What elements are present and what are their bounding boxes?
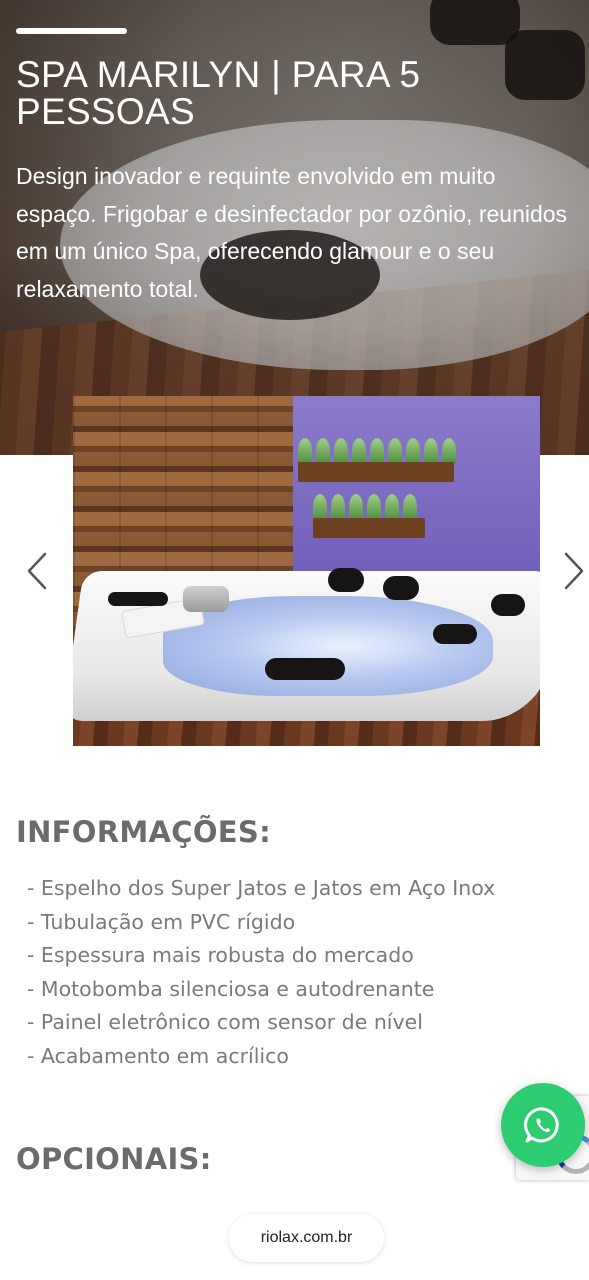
photo-headrest [108,592,168,606]
chevron-left-icon [27,552,47,590]
optional-heading: OPCIONAIS: [16,1142,212,1176]
info-heading: INFORMAÇÕES: [16,815,271,849]
whatsapp-icon [524,1107,559,1143]
photo-headrest [265,658,345,680]
list-item: - Painel eletrônico com sensor de nível [27,1010,423,1034]
photo-headrest [433,624,477,644]
info-list: - Espelho dos Super Jatos e Jatos em Aço… [27,872,495,1073]
browser-address-bar[interactable]: riolax.com.br [229,1214,384,1262]
photo-headrest [491,594,525,616]
hero-banner: SPA MARILYN | PARA 5 PESSOAS Design inov… [0,0,589,455]
list-item: - Tubulação em PVC rígido [27,909,296,934]
list-item: - Acabamento em acrílico [27,1043,289,1068]
hero-accent-bar [16,28,127,34]
photo-shelf [298,462,454,482]
carousel-next-button[interactable] [561,551,587,591]
photo-shelf [313,518,425,538]
product-photo[interactable] [73,396,540,746]
list-item: - Espelho dos Super Jatos e Jatos em Aço… [27,876,496,900]
list-item: - Espessura mais robusta do mercado [27,943,414,967]
photo-waterfall-spout [183,586,229,612]
chevron-right-icon [564,552,584,590]
photo-plants [298,438,456,464]
carousel-prev-button[interactable] [24,551,50,591]
list-item: - Motobomba silenciosa e autodrenante [27,976,435,1001]
photo-plants [313,494,417,520]
photo-headrest [328,568,364,592]
photo-headrest [383,576,419,600]
whatsapp-button[interactable] [501,1083,585,1167]
hero-description: Design inovador e requinte envolvido em … [16,163,568,302]
page-title: SPA MARILYN | PARA 5 PESSOAS [16,54,421,132]
